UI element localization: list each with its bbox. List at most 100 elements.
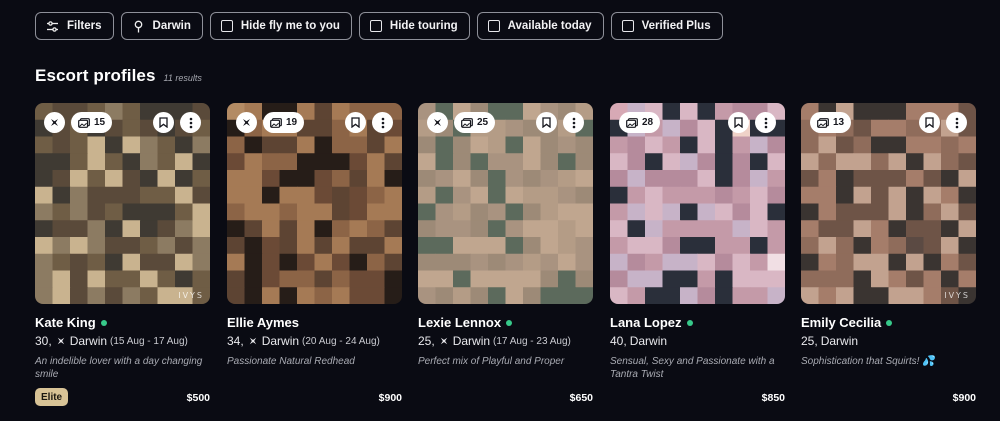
hide-touring-label: Hide touring [389,20,458,32]
bookmark-button[interactable] [919,112,940,133]
profile-meta: 25, Darwin [801,334,858,348]
profile-name[interactable]: Ellie Aymes [227,315,299,330]
profile-price: $650 [569,392,593,404]
available-today-checkbox[interactable]: Available today [476,12,604,40]
profile-name-text: Emily Cecilia [801,315,882,330]
fly-me-to-you-icon [44,112,65,133]
photo-count: 25 [477,117,489,128]
profile-tagline: An indelible lover with a day changing s… [35,356,203,380]
photo-image [801,103,976,304]
profile-name[interactable]: Lana Lopez [610,315,693,330]
tour-dates: (20 Aug - 24 Aug) [302,335,380,347]
profile-tagline: Sensual, Sexy and Passionate with a Tant… [610,356,775,380]
checkbox-icon[interactable] [220,20,233,32]
location-button[interactable]: Darwin [120,12,203,40]
more-options-button[interactable] [563,112,584,133]
bookmark-button[interactable] [536,112,557,133]
more-options-button[interactable] [755,112,776,133]
watermark-logo: IVYS [944,291,970,300]
photo-count: 15 [94,117,106,128]
bookmark-icon [542,117,551,128]
hide-touring-checkbox[interactable]: Hide touring [358,12,470,40]
bookmark-icon [159,117,168,128]
photo-image [610,103,785,304]
gallery-icon [461,117,473,128]
more-vertical-icon [572,117,576,129]
bookmark-icon [351,117,360,128]
tour-dates: (17 Aug - 23 Aug) [493,335,571,347]
more-vertical-icon [381,117,385,129]
gallery-icon [78,117,90,128]
photo-count: 19 [286,117,298,128]
profile-city: Darwin [261,334,300,348]
section-heading: Escort profiles 11 results [35,66,202,86]
profile-price: $900 [952,392,976,404]
profile-photo[interactable]: 28 [610,103,785,304]
bookmark-button[interactable] [345,112,366,133]
profile-meta: 40, Darwin [610,334,667,348]
profile-city: Darwin [629,334,668,348]
page-title: Escort profiles [35,66,156,85]
photo-count-badge: 19 [263,112,305,133]
profile-photo[interactable]: 19 [227,103,402,304]
elite-badge: Elite [35,388,69,406]
tour-dates: (15 Aug - 17 Aug) [110,335,188,347]
photo-image [227,103,402,304]
hide-fly-me-checkbox[interactable]: Hide fly me to you [209,12,352,40]
profile-card[interactable]: 13 IVYS Emily Cecilia 25, Darwin Sophisticati… [801,103,976,420]
gallery-icon [270,117,282,128]
location-label: Darwin [152,20,191,32]
bookmark-button[interactable] [728,112,749,133]
online-status-icon [506,319,513,326]
results-count: 11 results [163,73,202,83]
profile-age: 34, [227,334,244,348]
profile-meta: 34, Darwin (20 Aug - 24 Aug) [227,334,380,348]
checkbox-icon[interactable] [621,20,634,32]
profile-photo[interactable]: 15 IVYS [35,103,210,304]
profile-name-text: Lana Lopez [610,315,682,330]
photo-image [35,103,210,304]
profile-price: $850 [761,392,785,404]
checkbox-icon[interactable] [487,20,500,32]
photo-count-badge: 13 [810,112,852,133]
profile-name-text: Lexie Lennox [418,315,502,330]
more-options-button[interactable] [180,112,201,133]
profile-photo[interactable]: 13 IVYS [801,103,976,304]
verified-plus-label: Verified Plus [641,20,711,32]
bookmark-button[interactable] [153,112,174,133]
profile-card[interactable]: 25 Lexie Lennox 25, Darwin (17 Aug - 23 Aug)… [418,103,593,420]
online-status-icon [686,319,693,326]
profile-photo[interactable]: 25 [418,103,593,304]
bookmark-icon [734,117,743,128]
checkbox-icon[interactable] [369,20,382,32]
profile-name[interactable]: Lexie Lennox [418,315,513,330]
filter-bar: Filters Darwin Hide fly me to you Hide t… [35,12,723,40]
profile-meta: 30, Darwin (15 Aug - 17 Aug) [35,334,188,348]
profile-name[interactable]: Kate King [35,315,107,330]
sliders-icon [46,20,59,33]
more-options-button[interactable] [372,112,393,133]
photo-count: 13 [833,117,845,128]
profile-age: 25, [418,334,435,348]
profile-card[interactable]: 28 Lana Lopez 40, Darwin Sensual, Sexy and P… [610,103,785,420]
online-status-icon [100,319,107,326]
profile-city: Darwin [820,334,859,348]
verified-plus-checkbox[interactable]: Verified Plus [610,12,723,40]
profile-age: 30, [35,334,52,348]
photo-image [418,103,593,304]
photo-count-badge: 28 [619,112,661,133]
profile-card[interactable]: 19 Ellie Aymes 34, Darwin (20 Aug - 24 Aug) P… [227,103,402,420]
profile-age: 40, [610,334,627,348]
profile-tagline: Sophistication that Squirts! 💦 [801,356,935,367]
profile-city: Darwin [452,334,491,348]
photo-count: 28 [642,117,654,128]
profile-name[interactable]: Emily Cecilia [801,315,893,330]
profile-card[interactable]: 15 IVYS Kate King 30, Darwin (15 Aug - 17 Aug… [35,103,210,420]
location-pin-icon [132,20,145,33]
filters-button[interactable]: Filters [35,12,114,40]
more-vertical-icon [955,117,959,129]
more-vertical-icon [189,117,193,129]
profile-tagline: Passionate Natural Redhead [227,356,355,367]
profile-name-text: Kate King [35,315,96,330]
more-options-button[interactable] [946,112,967,133]
